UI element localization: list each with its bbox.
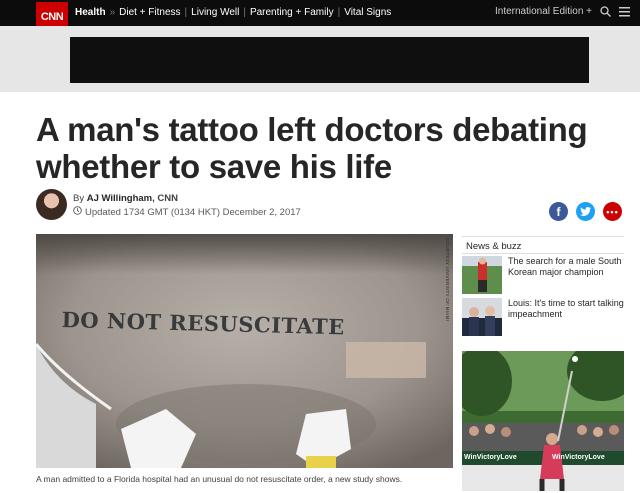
byline: By AJ Willingham, CNN	[73, 193, 178, 204]
search-icon[interactable]	[600, 6, 611, 17]
rail-item[interactable]: The search for a male South Korean major…	[462, 256, 624, 294]
nav-link-diet-fitness[interactable]: Diet + Fitness	[119, 7, 180, 18]
nav-link-parenting-family[interactable]: Parenting + Family	[250, 7, 334, 18]
rail-item[interactable]: Louis: It's time to start talking impeac…	[462, 298, 624, 336]
rail-title: News & buzz	[462, 236, 624, 254]
more-share-icon[interactable]: •••	[603, 202, 622, 221]
rail-ad[interactable]: WinVictoryLove WinVictoryLove	[462, 351, 624, 491]
nav-divider: |	[243, 7, 246, 18]
breadcrumb-separator: »	[109, 7, 116, 18]
ad-band	[0, 26, 640, 92]
image-caption: A man admitted to a Florida hospital had…	[36, 474, 403, 484]
nav-link-health[interactable]: Health	[75, 7, 106, 18]
image-credit: COURTESY UNIVERSITY OF MIAMI	[445, 238, 450, 322]
rail-item-headline[interactable]: The search for a male South Korean major…	[508, 256, 624, 294]
nav-link-living-well[interactable]: Living Well	[191, 7, 239, 18]
section-nav: Health » Diet + Fitness | Living Well | …	[75, 7, 391, 18]
tattoo-photo	[36, 234, 453, 468]
rail-thumbnail[interactable]	[462, 256, 502, 294]
nav-right: International Edition +	[495, 6, 630, 17]
menu-icon[interactable]	[619, 6, 630, 17]
banner-ad[interactable]	[70, 37, 589, 83]
ad-text-left: WinVictoryLove	[464, 454, 517, 461]
golf-ad-image	[462, 351, 624, 491]
facebook-icon[interactable]: f	[549, 202, 568, 221]
article-hero-image[interactable]: DO NOT RESUSCITATE COURTESY UNIVERSITY O…	[36, 234, 453, 468]
author-link[interactable]: AJ Willingham	[87, 193, 152, 204]
rail-thumbnail[interactable]	[462, 298, 502, 336]
outlet-label: , CNN	[152, 193, 178, 204]
clock-icon	[73, 206, 82, 218]
updated-timestamp: Updated 1734 GMT (0134 HKT) December 2, …	[73, 206, 301, 218]
top-nav: CNN Health » Diet + Fitness | Living Wel…	[0, 0, 640, 31]
ad-text-right: WinVictoryLove	[552, 454, 605, 461]
nav-divider: |	[184, 7, 188, 18]
rail-item-headline[interactable]: Louis: It's time to start talking impeac…	[508, 298, 624, 336]
nav-divider: |	[337, 7, 341, 18]
page-title: A man's tattoo left doctors debating whe…	[36, 111, 588, 185]
nav-link-vital-signs[interactable]: Vital Signs	[344, 7, 391, 18]
edition-selector[interactable]: International Edition +	[495, 6, 592, 17]
twitter-icon[interactable]	[576, 202, 595, 221]
author-avatar[interactable]	[36, 189, 67, 220]
updated-text: Updated 1734 GMT (0134 HKT) December 2, …	[85, 206, 301, 218]
by-prefix: By	[73, 193, 85, 204]
